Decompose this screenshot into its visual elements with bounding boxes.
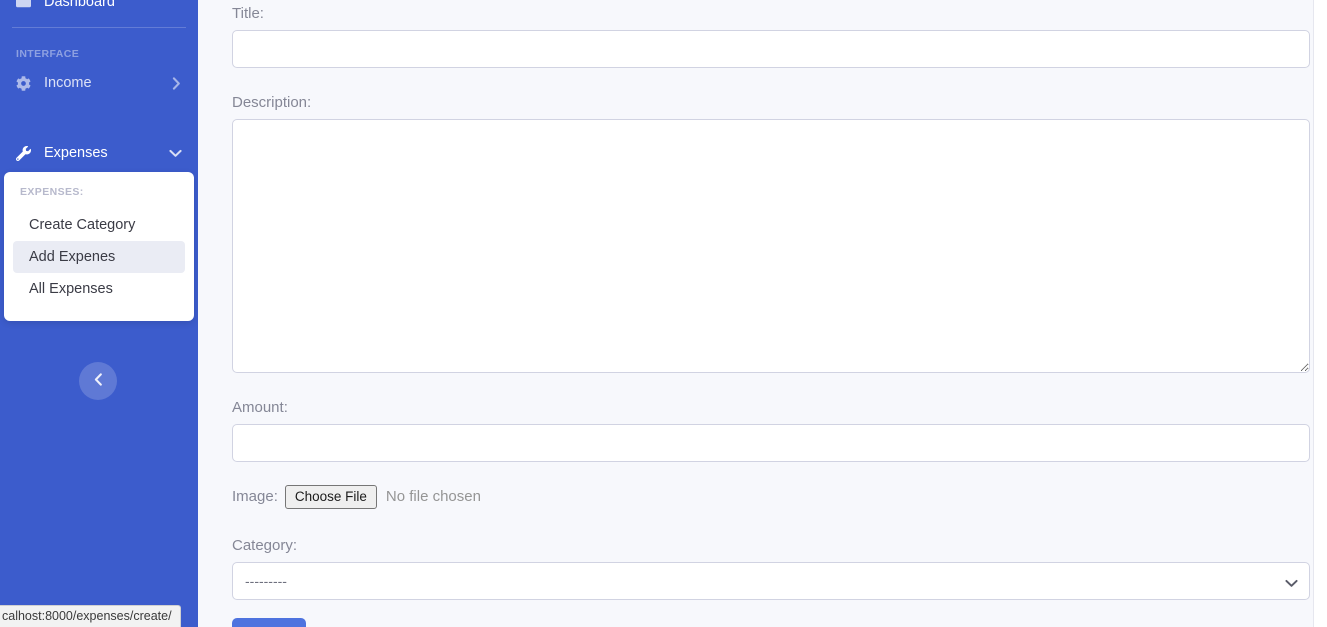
sidebar-divider: [12, 27, 186, 28]
amount-label: Amount:: [232, 399, 288, 416]
expense-create-form: Title: Description: Amount: Image: Choos…: [198, 0, 1327, 627]
browser-status-bar: calhost:8000/expenses/create/: [0, 605, 181, 627]
file-status-text: No file chosen: [385, 488, 481, 506]
sidebar-item-dashboard-label: Dashboard: [44, 0, 115, 10]
chevron-right-icon: [170, 76, 182, 90]
sidebar-item-expenses[interactable]: Expenses: [0, 138, 198, 168]
chevron-down-icon: [169, 149, 182, 158]
sidebar-section-heading: INTERFACE: [16, 48, 80, 60]
app-root: Dashboard INTERFACE Income Expenses EXPE…: [0, 0, 1327, 627]
description-label: Description:: [232, 94, 312, 111]
sidebar-submenu-expenses: EXPENSES: Create Category Add Expenes Al…: [4, 172, 194, 321]
choose-file-button[interactable]: Choose File: [284, 485, 377, 509]
category-select-wrapper: ---------: [232, 561, 1310, 600]
submenu-item-add-expense[interactable]: Add Expenes: [13, 241, 185, 273]
chevron-left-icon: [94, 373, 103, 389]
description-textarea[interactable]: [232, 119, 1310, 373]
dashboard-icon: [16, 0, 34, 10]
page-right-gutter: [1313, 0, 1327, 627]
amount-input[interactable]: [232, 424, 1310, 462]
sidebar-collapse-toggle[interactable]: [79, 362, 117, 400]
sidebar: Dashboard INTERFACE Income Expenses EXPE…: [0, 0, 198, 627]
wrench-icon: [16, 145, 34, 161]
gear-icon: [16, 75, 34, 91]
sidebar-item-income-label: Income: [44, 75, 92, 91]
category-select[interactable]: ---------: [232, 561, 1310, 600]
submenu-item-all-expenses[interactable]: All Expenses: [13, 273, 185, 305]
submenu-heading: EXPENSES:: [20, 186, 84, 198]
submenu-item-create-category[interactable]: Create Category: [13, 209, 185, 241]
title-label: Title:: [232, 5, 264, 22]
title-input[interactable]: [232, 30, 1310, 68]
sidebar-item-income[interactable]: Income: [0, 68, 198, 98]
image-label: Image:: [232, 488, 278, 506]
save-button[interactable]: Save: [232, 617, 306, 627]
image-field-row: Image: Choose File No file chosen: [232, 485, 1312, 509]
category-label: Category:: [232, 536, 298, 554]
sidebar-item-dashboard[interactable]: Dashboard: [0, 0, 198, 10]
sidebar-item-expenses-label: Expenses: [44, 145, 108, 161]
